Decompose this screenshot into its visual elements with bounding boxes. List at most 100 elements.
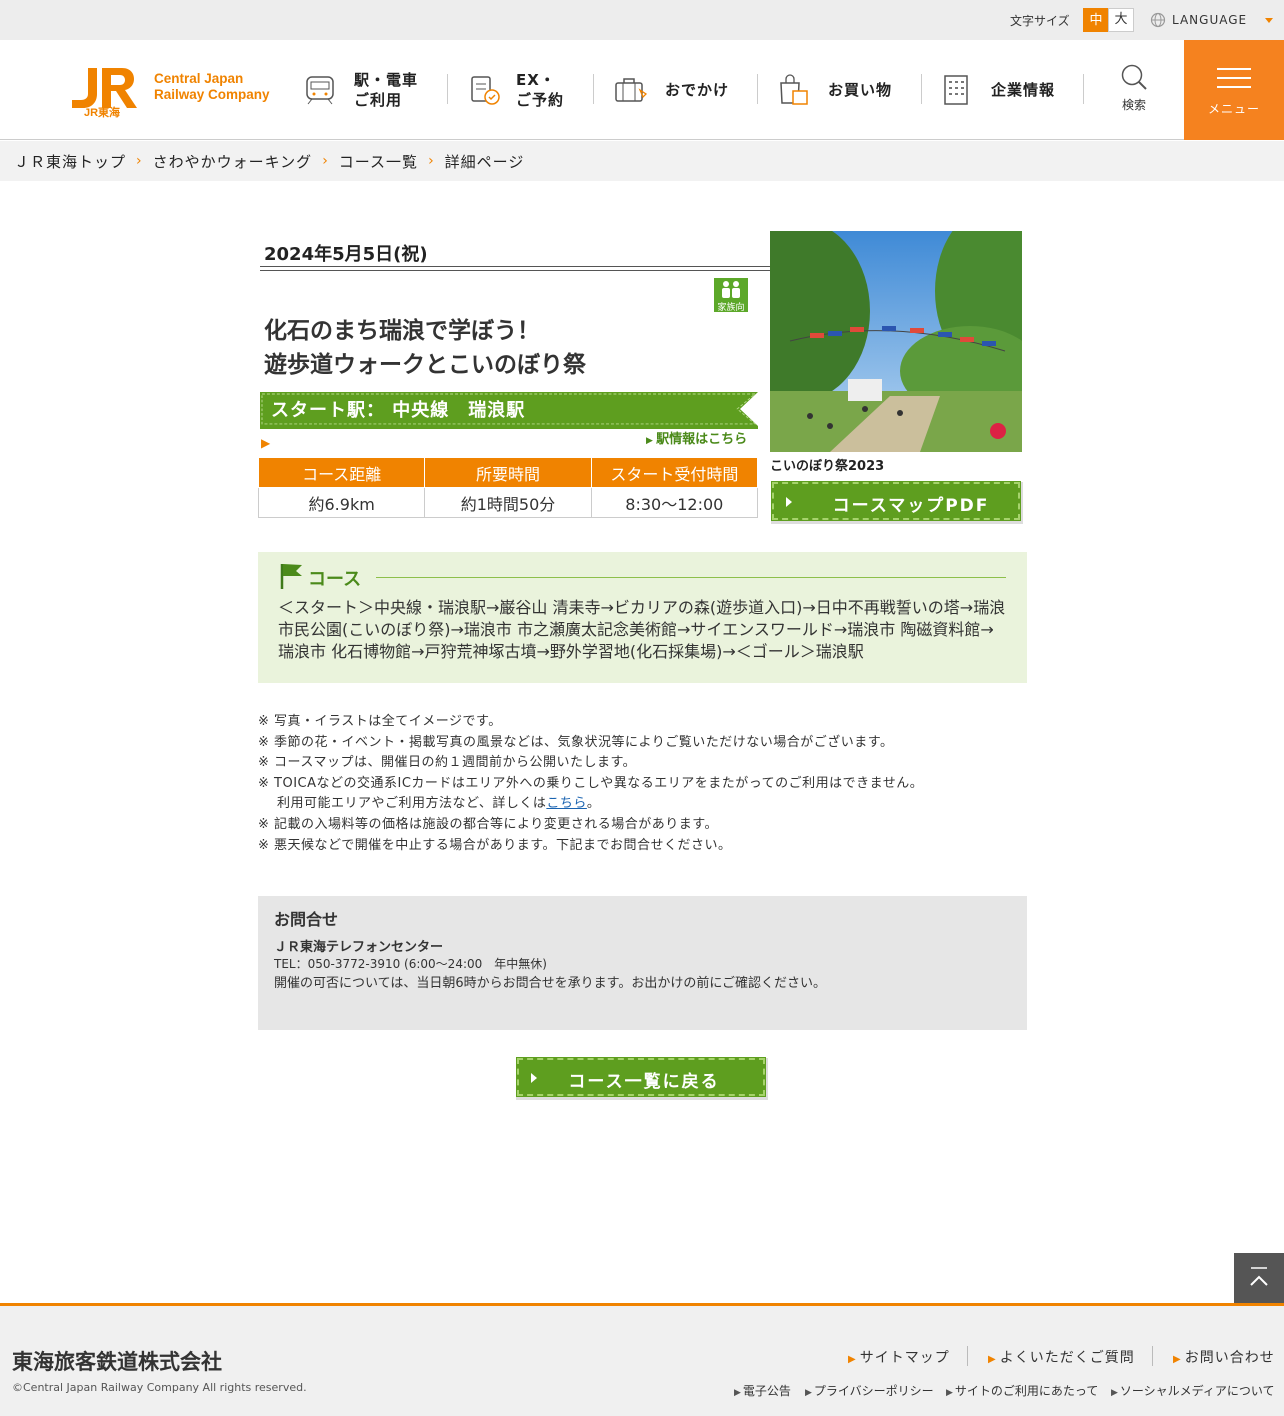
- nav-label: おでかけ: [665, 81, 730, 99]
- triangle-right-icon: ▶: [1111, 1388, 1118, 1398]
- menu-button[interactable]: メニュー: [1184, 40, 1284, 140]
- triangle-right-icon: ▶: [734, 1388, 741, 1398]
- footer-faq-link[interactable]: ▶ よくいただくご質問: [988, 1347, 1135, 1367]
- svg-text:JR東海: JR東海: [84, 105, 120, 118]
- event-title-line2: 遊歩道ウォークとこいのぼり祭: [264, 352, 586, 378]
- hamburger-icon: [1217, 68, 1251, 95]
- nav-label: 企業情報: [991, 81, 1056, 99]
- breadcrumb-walking[interactable]: さわやかウォーキング: [153, 151, 313, 172]
- language-selector[interactable]: LANGUAGE: [1150, 10, 1274, 30]
- globe-icon: [1150, 12, 1166, 28]
- building-icon: [944, 75, 968, 105]
- breadcrumb: ＪＲ東海トップ › さわやかウォーキング › コース一覧 › 詳細ページ: [0, 141, 1284, 181]
- family-badge-label: 家族向: [717, 303, 745, 313]
- footer-terms-link[interactable]: ▶ サイトのご利用にあたって: [946, 1382, 1098, 1399]
- menu-label: メニュー: [1207, 102, 1260, 116]
- start-station-label: スタート駅： 中央線 瑞浪駅: [271, 400, 526, 421]
- footer-divider: [967, 1346, 968, 1366]
- nav-divider: [447, 74, 448, 104]
- notes-list: ※ 写真・イラストは全てイメージです。 ※ 季節の花・イベント・掲載写真の風景な…: [258, 712, 1018, 856]
- triangle-right-icon: ▶: [848, 1354, 857, 1365]
- footer-contact-link[interactable]: ▶ お問い合わせ: [1173, 1347, 1275, 1367]
- note-item: ※ 季節の花・イベント・掲載写真の風景などは、気象状況等によりご覧いただけない場…: [258, 734, 894, 750]
- suitcase-icon: [615, 78, 648, 102]
- nav-divider: [757, 74, 758, 104]
- nav-divider: [1083, 74, 1084, 104]
- font-size-medium-button[interactable]: 中: [1083, 8, 1109, 32]
- chevron-right-icon: ›: [136, 153, 143, 169]
- value-distance: 約6.9km: [257, 487, 426, 518]
- triangle-right-icon: ▶: [805, 1388, 812, 1398]
- nav-outing[interactable]: おでかけ: [613, 60, 729, 120]
- footer-link-label: よくいただくご質問: [999, 1350, 1135, 1366]
- copyright: ©Central Japan Railway Company All right…: [12, 1381, 307, 1394]
- note-item: ※ 写真・イラストは全てイメージです。: [258, 714, 502, 729]
- nav-station-train[interactable]: 駅・電車 ご利用: [303, 60, 418, 120]
- event-photo: [770, 231, 1022, 452]
- course-heading-rule: [376, 577, 1006, 578]
- value-start-time: 8:30～12:00: [590, 487, 759, 518]
- table-header-row: コース距離 所要時間 スタート受付時間: [257, 457, 759, 488]
- back-to-course-list-button[interactable]: コース一覧に戻る: [517, 1058, 765, 1096]
- header-duration: 所要時間: [424, 457, 592, 488]
- family-icon: [722, 281, 740, 298]
- nav-label-line2: ご利用: [354, 91, 403, 109]
- back-to-course-list-label: コース一覧に戻る: [568, 1072, 720, 1092]
- table-row: 約6.9km 約1時間50分 8:30～12:00: [257, 487, 759, 518]
- footer-e-notice-link[interactable]: ▶ 電子公告: [734, 1382, 791, 1399]
- nav-corporate[interactable]: 企業情報: [941, 60, 1055, 120]
- contact-note: 開催の可否については、当日朝6時からお問合せを承ります。お出かけの前にご確認くだ…: [274, 976, 827, 991]
- search-button[interactable]: 検索: [1110, 62, 1158, 122]
- footer-link-label: サイトのご利用にあたって: [954, 1384, 1099, 1398]
- triangle-right-icon: ▶: [1173, 1354, 1182, 1365]
- reservation-icon: [471, 76, 500, 105]
- chevron-right-icon: ›: [428, 153, 435, 169]
- chevron-right-icon: ›: [322, 153, 329, 169]
- note-item: ※ TOICAなどの交通系ICカードはエリア外への乗りこしや異なるエリアをまたが…: [258, 775, 924, 791]
- triangle-right-icon: ▶: [988, 1354, 997, 1365]
- footer-sitemap-link[interactable]: ▶ サイトマップ: [848, 1347, 950, 1367]
- flag-icon: [280, 564, 302, 589]
- nav-shopping[interactable]: お買い物: [777, 60, 892, 120]
- nav-ex-reservation[interactable]: EX・ ご予約: [467, 60, 564, 120]
- station-info-link[interactable]: ▶ 駅情報はこちら: [646, 428, 747, 447]
- ic-card-info-link[interactable]: こちら: [546, 796, 587, 811]
- value-duration: 約1時間50分: [424, 487, 592, 518]
- back-to-top-button[interactable]: [1234, 1253, 1284, 1303]
- search-label: 検索: [1121, 98, 1146, 112]
- breadcrumb-jr-top[interactable]: ＪＲ東海トップ: [14, 151, 126, 172]
- contact-tel: TEL：050-3772-3910 (6:00～24:00 年中無休): [274, 957, 547, 971]
- course-map-pdf-button[interactable]: コースマップPDF: [772, 482, 1020, 520]
- footer-divider: [1152, 1346, 1153, 1366]
- svg-text:Central Japan: Central Japan: [154, 71, 243, 86]
- family-badge: 家族向: [714, 278, 748, 313]
- course-heading: コース: [308, 569, 362, 590]
- jr-central-logo[interactable]: JR東海 Central Japan Railway Company: [70, 64, 280, 119]
- chevron-right-icon: ▶: [261, 436, 271, 450]
- breadcrumb-current: 詳細ページ: [444, 152, 525, 171]
- event-title: 化石のまち瑞浪で学ぼう！ 遊歩道ウォークとこいのぼり祭: [264, 314, 744, 382]
- note-item: ※ 記載の入場料等の価格は施設の都合等により変更される場合があります。: [258, 816, 718, 832]
- company-name: 東海旅客鉄道株式会社: [12, 1350, 222, 1374]
- footer-social-media-link[interactable]: ▶ ソーシャルメディアについて: [1111, 1382, 1274, 1399]
- nav-divider: [593, 74, 594, 104]
- breadcrumb-course-list[interactable]: コース一覧: [339, 151, 418, 172]
- site-header: JR東海 Central Japan Railway Company 駅・電車 …: [0, 40, 1284, 140]
- date-divider: [260, 266, 770, 271]
- arrow-up-icon: [1250, 1267, 1268, 1286]
- footer-link-label: 電子公告: [742, 1384, 791, 1398]
- nav-label-line2: ご予約: [516, 91, 565, 109]
- font-size-label: 文字サイズ: [1010, 14, 1070, 28]
- footer-link-label: ソーシャルメディアについて: [1119, 1384, 1275, 1398]
- footer-privacy-link[interactable]: ▶ プライバシーポリシー: [805, 1382, 934, 1399]
- footer-link-label: プライバシーポリシー: [813, 1384, 934, 1398]
- footer-link-label: サイトマップ: [859, 1350, 950, 1366]
- note-text: 利用可能エリアやご利用方法など、詳しくは: [277, 796, 547, 812]
- event-date: 2024年5月5日(祝): [264, 244, 428, 265]
- search-icon: [1121, 64, 1147, 90]
- header-distance: コース距離: [257, 457, 426, 488]
- jr-logo-icon: JR東海 Central Japan Railway Company: [72, 68, 270, 119]
- font-size-large-button[interactable]: 大: [1108, 8, 1134, 32]
- contact-name: ＪＲ東海テレフォンセンター: [274, 940, 444, 955]
- triangle-right-icon: ▶: [946, 1388, 953, 1398]
